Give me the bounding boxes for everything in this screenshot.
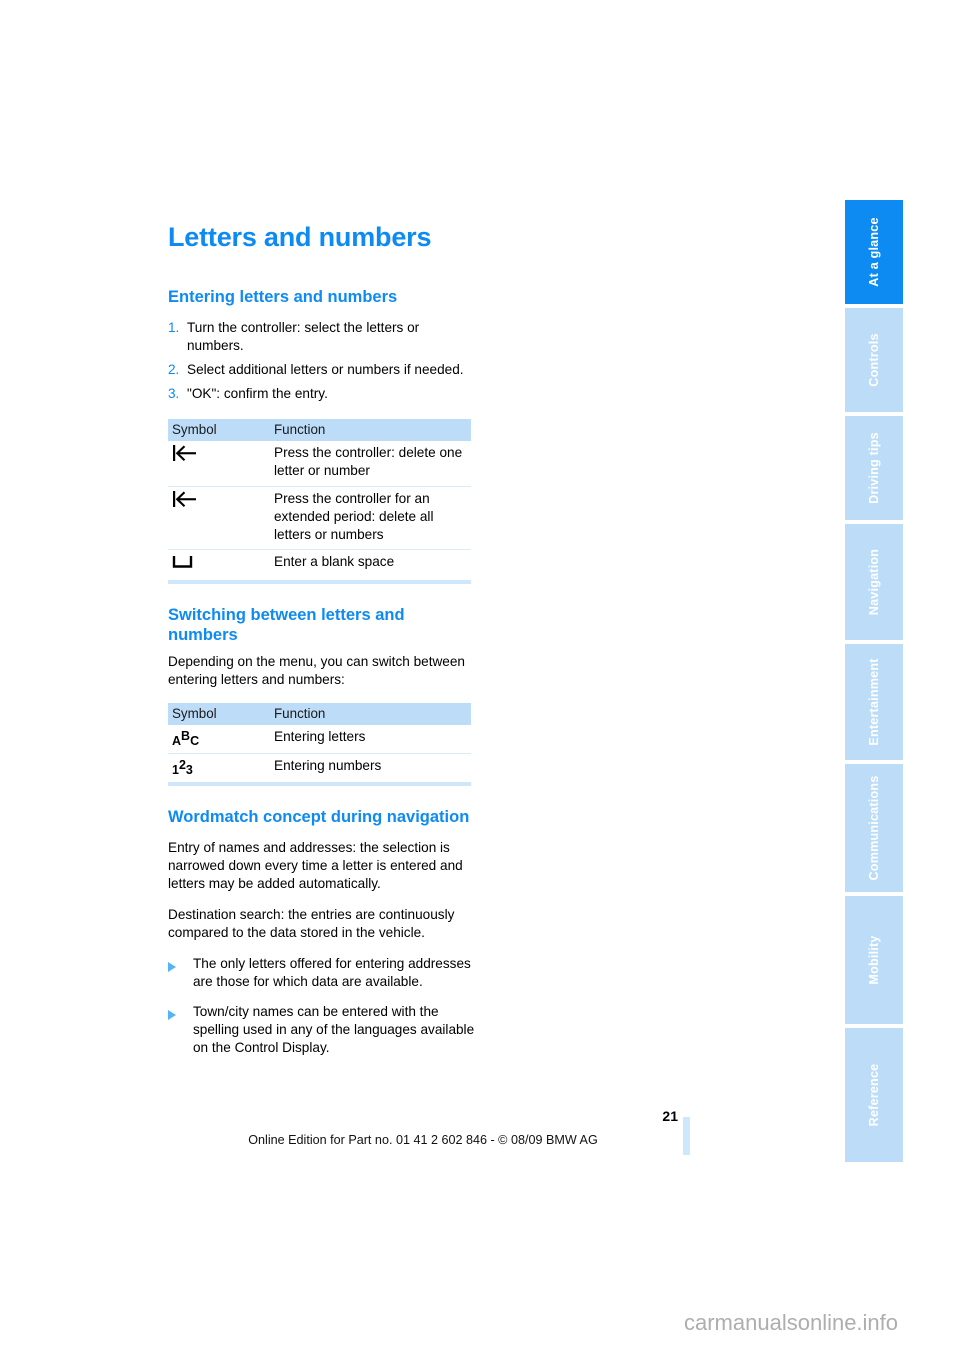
table-row: Enter a blank space bbox=[168, 549, 471, 584]
heading-line-1: Switching between letters and bbox=[168, 605, 405, 624]
sidebar-item-label: Reference bbox=[867, 1063, 881, 1127]
symbol-cell bbox=[168, 486, 270, 550]
symbol-cell bbox=[168, 549, 270, 584]
table-row: Press the controller: delete one letter … bbox=[168, 441, 471, 487]
sidebar-item-reference[interactable]: Reference bbox=[845, 1028, 903, 1162]
site-watermark: carmanualsonline.info bbox=[684, 1310, 899, 1335]
function-cell: Press the controller for an extended per… bbox=[270, 486, 471, 550]
page-number: 21 bbox=[662, 1108, 678, 1124]
abc-char-3: C bbox=[190, 733, 200, 748]
wordmatch-paragraph-2: Destination search: the entries are cont… bbox=[168, 906, 455, 940]
wordmatch-paragraph-1: Entry of names and addresses: the select… bbox=[168, 839, 463, 891]
abc-char-2: B bbox=[181, 728, 191, 743]
section-tabs: At a glance Controls Driving tips Naviga… bbox=[845, 200, 903, 1162]
symbol-cell: ABC bbox=[168, 724, 270, 754]
sidebar-item-label: Driving tips bbox=[867, 432, 881, 504]
sidebar-item-label: Communications bbox=[867, 775, 881, 881]
sidebar-item-driving-tips[interactable]: Driving tips bbox=[845, 416, 903, 520]
column-header-function: Function bbox=[270, 702, 471, 725]
wordmatch-bullet-list: The only letters offered for entering ad… bbox=[168, 955, 668, 1057]
entering-steps-list: 1. Turn the controller: select the lette… bbox=[168, 319, 668, 403]
step-text: "OK": confirm the entry. bbox=[187, 386, 328, 402]
heading-line-2: numbers bbox=[168, 625, 238, 644]
list-item: 3. "OK": confirm the entry. bbox=[168, 385, 668, 403]
abc-char-1: A bbox=[172, 733, 182, 748]
column-header-symbol: Symbol bbox=[168, 702, 270, 725]
step-number: 2. bbox=[168, 362, 180, 378]
function-cell: Press the controller: delete one letter … bbox=[270, 441, 471, 487]
table-row: ABC Entering letters bbox=[168, 724, 471, 754]
sidebar-item-label: At a glance bbox=[867, 217, 881, 287]
table-row: Press the controller for an extended per… bbox=[168, 486, 471, 550]
step-number: 3. bbox=[168, 386, 180, 402]
bullet-text: Town/city names can be entered with the … bbox=[193, 1004, 475, 1056]
step-text: Turn the controller: select the letters … bbox=[187, 320, 420, 354]
backspace-arrow-icon bbox=[172, 443, 202, 463]
blank-space-icon bbox=[172, 552, 202, 570]
function-cell: Entering letters bbox=[270, 724, 471, 754]
sidebar-item-mobility[interactable]: Mobility bbox=[845, 896, 903, 1024]
switching-paragraph: Depending on the menu, you can switch be… bbox=[168, 654, 465, 688]
table-header-row: Symbol Function bbox=[168, 702, 471, 725]
column-header-symbol: Symbol bbox=[168, 419, 270, 442]
sidebar-item-controls[interactable]: Controls bbox=[845, 308, 903, 412]
sidebar-item-label: Entertainment bbox=[867, 658, 881, 746]
step-number: 1. bbox=[168, 320, 180, 336]
page-title: Letters and numbers bbox=[168, 222, 432, 252]
function-cell: Entering numbers bbox=[270, 753, 471, 786]
symbol-function-table-switching: Symbol Function ABC Entering letters 123… bbox=[168, 702, 471, 786]
triangle-bullet-icon bbox=[168, 1003, 193, 1057]
sidebar-item-at-a-glance[interactable]: At a glance bbox=[845, 200, 903, 304]
section-heading-switching: Switching between letters and numbers bbox=[168, 606, 668, 646]
sidebar-item-label: Mobility bbox=[867, 935, 881, 985]
num-char-3: 3 bbox=[185, 762, 193, 777]
footer-marker bbox=[683, 1117, 690, 1155]
table-header-row: Symbol Function bbox=[168, 419, 471, 442]
list-item: The only letters offered for entering ad… bbox=[168, 955, 668, 991]
section-heading-entering: Entering letters and numbers bbox=[168, 288, 398, 307]
backspace-arrow-icon bbox=[172, 489, 202, 509]
bullet-text: The only letters offered for entering ad… bbox=[193, 955, 471, 989]
table-row: 123 Entering numbers bbox=[168, 753, 471, 786]
manual-page: Letters and numbers Entering letters and… bbox=[0, 0, 960, 1358]
num-char-2: 2 bbox=[178, 757, 186, 772]
step-text: Select additional letters or numbers if … bbox=[187, 362, 464, 378]
list-item: Town/city names can be entered with the … bbox=[168, 1003, 668, 1057]
symbol-function-table-entering: Symbol Function Press the controller: de… bbox=[168, 419, 471, 584]
sidebar-item-label: Navigation bbox=[867, 548, 881, 616]
sidebar-item-entertainment[interactable]: Entertainment bbox=[845, 644, 903, 760]
symbol-cell: 123 bbox=[168, 753, 270, 786]
section-heading-wordmatch: Wordmatch concept during navigation bbox=[168, 807, 470, 826]
function-cell: Enter a blank space bbox=[270, 549, 471, 584]
column-header-function: Function bbox=[270, 419, 471, 442]
abc-letters-icon: ABC bbox=[172, 727, 199, 748]
edition-notice: Online Edition for Part no. 01 41 2 602 … bbox=[248, 1133, 598, 1147]
page-content: Letters and numbers Entering letters and… bbox=[168, 222, 668, 1069]
sidebar-item-label: Controls bbox=[867, 333, 881, 387]
symbol-cell bbox=[168, 441, 270, 487]
triangle-bullet-icon bbox=[168, 955, 193, 991]
123-numbers-icon: 123 bbox=[172, 756, 193, 777]
list-item: 2. Select additional letters or numbers … bbox=[168, 361, 668, 379]
num-char-1: 1 bbox=[172, 762, 179, 777]
list-item: 1. Turn the controller: select the lette… bbox=[168, 319, 668, 355]
sidebar-item-navigation[interactable]: Navigation bbox=[845, 524, 903, 640]
sidebar-item-communications[interactable]: Communications bbox=[845, 764, 903, 892]
